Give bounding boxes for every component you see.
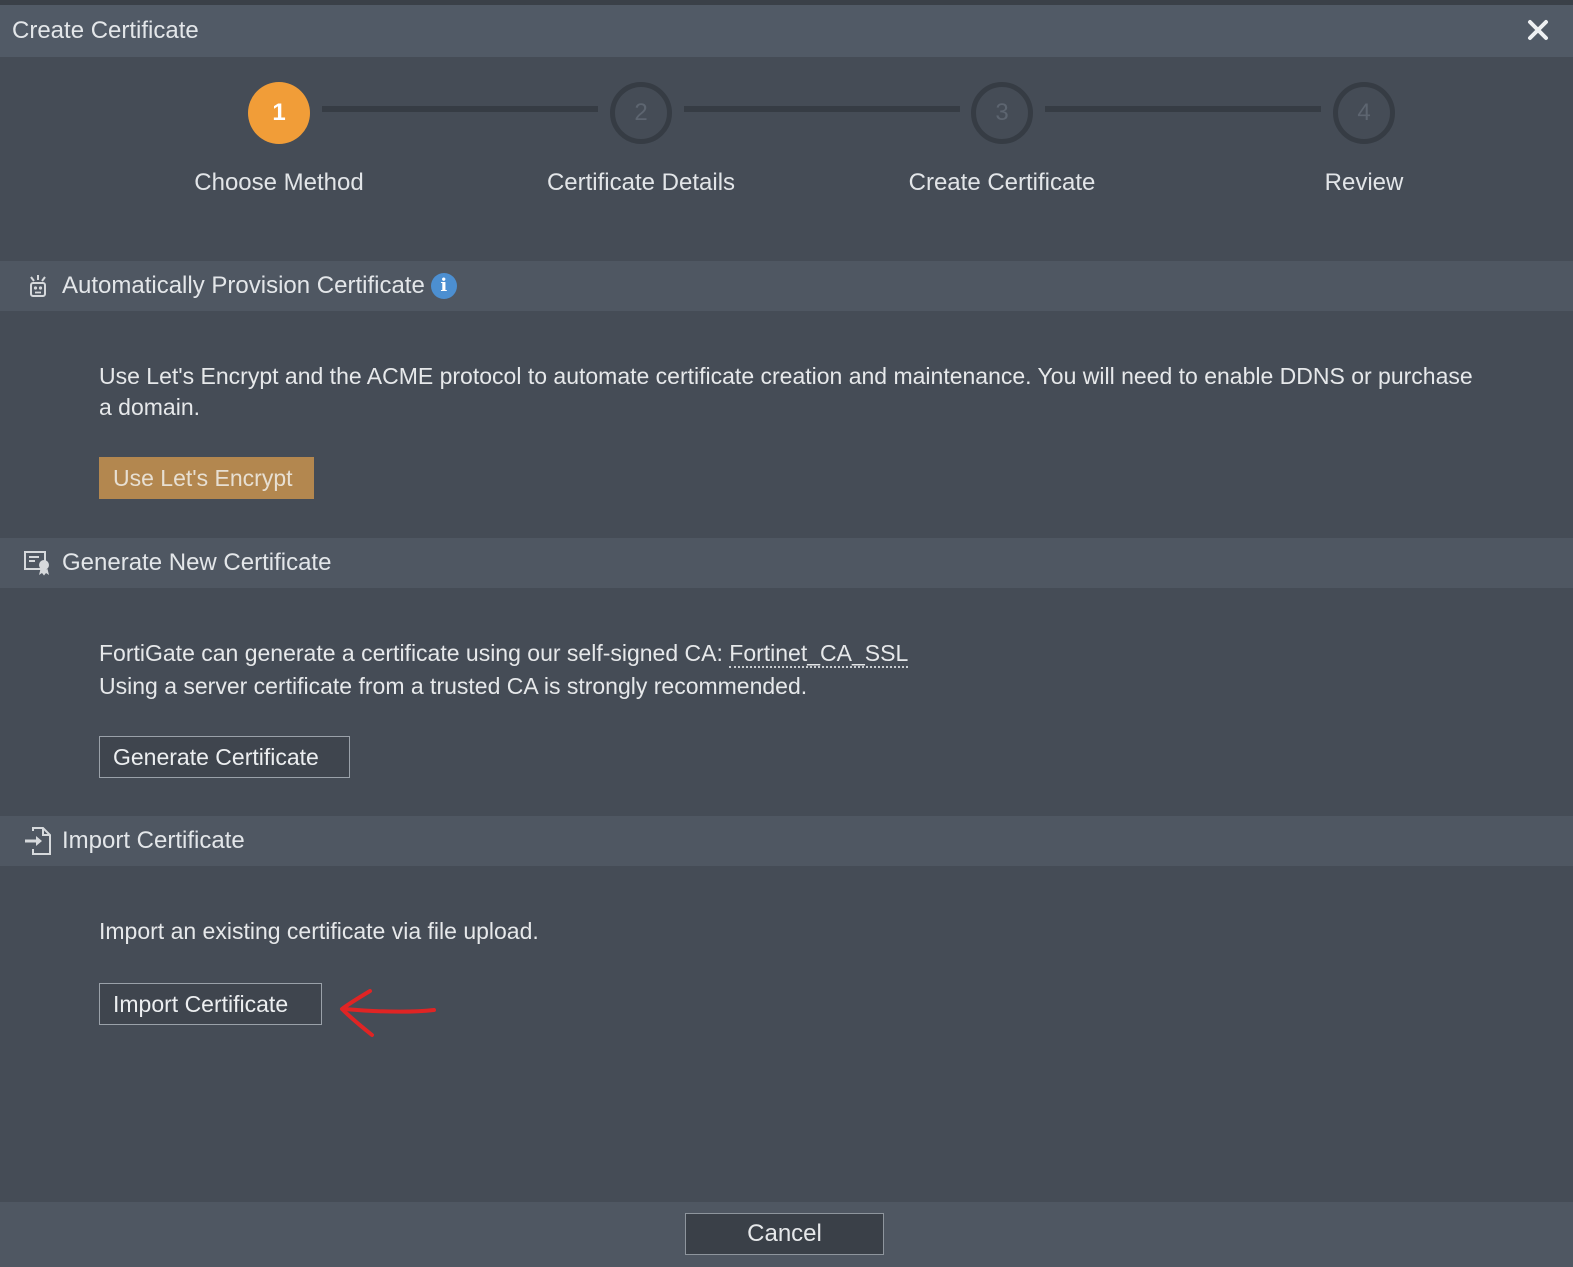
auto-provision-title: Automatically Provision Certificate i <box>62 272 457 300</box>
certificate-icon <box>24 549 52 577</box>
step-1-label: Choose Method <box>194 169 364 196</box>
step-2-indicator: 2 <box>610 82 672 144</box>
ca-name-link[interactable]: Fortinet_CA_SSL <box>729 640 909 668</box>
info-icon[interactable]: i <box>430 272 457 299</box>
close-button[interactable] <box>1521 13 1555 47</box>
import-certificate-header: Import Certificate <box>0 816 1573 866</box>
import-certificate-button[interactable]: Import Certificate <box>99 983 322 1025</box>
generate-certificate-button[interactable]: Generate Certificate <box>99 736 350 778</box>
use-lets-encrypt-button[interactable]: Use Let's Encrypt <box>99 457 314 499</box>
step-4-indicator: 4 <box>1333 82 1395 144</box>
generate-certificate-header: Generate New Certificate <box>0 538 1573 588</box>
robot-icon <box>24 272 52 300</box>
import-certificate-title: Import Certificate <box>62 827 245 854</box>
step-4-label: Review <box>1324 169 1404 196</box>
step-connector <box>322 106 598 112</box>
step-3-indicator: 3 <box>971 82 1033 144</box>
import-certificate-description: Import an existing certificate via file … <box>99 918 539 944</box>
dialog-titlebar: Create Certificate <box>0 5 1573 57</box>
auto-provision-header: Automatically Provision Certificate i <box>0 261 1573 311</box>
auto-provision-description: Use Let's Encrypt and the ACME protocol … <box>99 363 1473 420</box>
dialog-title: Create Certificate <box>12 17 199 44</box>
step-connector <box>684 106 960 112</box>
step-1-indicator: 1 <box>248 82 310 144</box>
file-import-icon <box>24 827 52 855</box>
generate-description-prefix: FortiGate can generate a certificate usi… <box>99 640 730 666</box>
red-arrow-annotation <box>340 989 436 1037</box>
step-connector <box>1045 106 1321 112</box>
generate-certificate-description: FortiGate can generate a certificate usi… <box>99 638 1499 703</box>
generate-certificate-title: Generate New Certificate <box>62 549 332 576</box>
step-2-label: Certificate Details <box>546 169 736 196</box>
cancel-button[interactable]: Cancel <box>685 1213 884 1255</box>
dialog-footer: Cancel <box>0 1202 1573 1267</box>
close-icon <box>1528 20 1548 40</box>
wizard-steps: 1 2 3 4 Choose Method Certificate Detail… <box>0 57 1573 261</box>
step-3-label: Create Certificate <box>908 169 1096 196</box>
auto-provision-title-text: Automatically Provision Certificate <box>62 272 425 299</box>
generate-description-line2: Using a server certificate from a truste… <box>99 673 808 699</box>
